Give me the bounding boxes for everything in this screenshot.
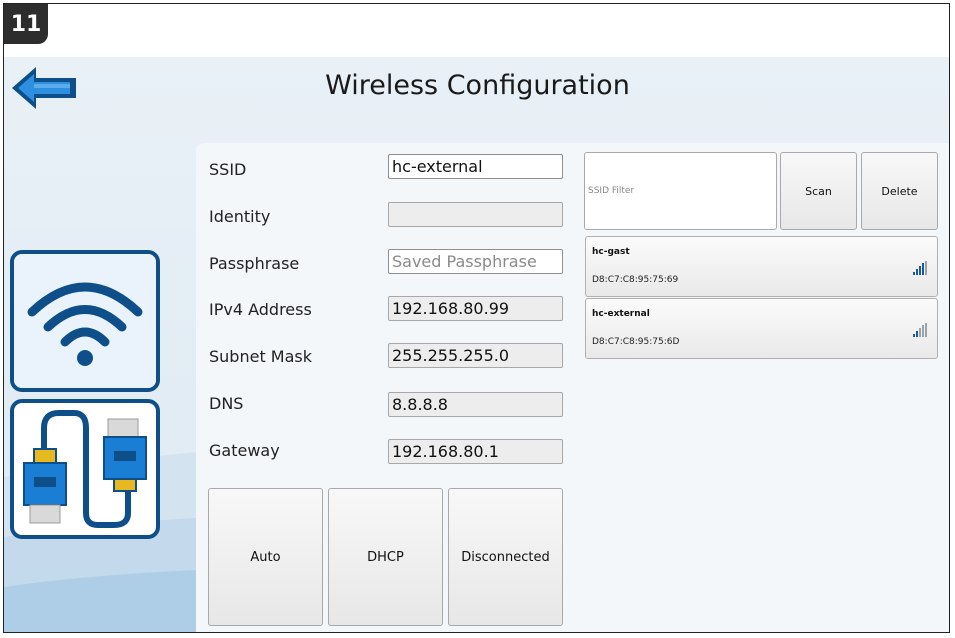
- network-list-item[interactable]: hc-external D8:C7:C8:95:75:6D: [585, 298, 938, 359]
- ssid-label: SSID: [209, 160, 247, 179]
- ethernet-card: [10, 399, 160, 539]
- passphrase-label: Passphrase: [209, 254, 300, 273]
- gateway-input[interactable]: 192.168.80.1: [388, 439, 563, 464]
- signal-strength-icon: [913, 261, 927, 275]
- identity-input[interactable]: [388, 202, 563, 227]
- network-list-item[interactable]: hc-gast D8:C7:C8:95:75:69: [585, 236, 938, 297]
- signal-strength-icon: [913, 323, 927, 337]
- network-name: hc-external: [592, 309, 650, 319]
- subnet-label: Subnet Mask: [209, 347, 313, 366]
- connection-status-button[interactable]: Disconnected: [448, 488, 563, 626]
- ssid-input[interactable]: hc-external: [388, 154, 563, 179]
- screenshot-frame: 11 Wireless Configuration SSID Identity …: [3, 3, 950, 633]
- ipv4-label: IPv4 Address: [209, 300, 312, 319]
- dns-label: DNS: [209, 394, 244, 413]
- gateway-label: Gateway: [209, 441, 280, 460]
- network-mac: D8:C7:C8:95:75:6D: [592, 337, 680, 347]
- wifi-card: [10, 250, 160, 392]
- identity-label: Identity: [209, 207, 271, 226]
- page-title: Wireless Configuration: [325, 70, 630, 101]
- delete-button[interactable]: Delete: [861, 152, 938, 230]
- auto-button[interactable]: Auto: [208, 488, 323, 626]
- ssid-filter-input[interactable]: SSID Filter: [584, 152, 777, 230]
- subnet-input[interactable]: 255.255.255.0: [388, 343, 563, 368]
- wifi-icon: [14, 254, 156, 388]
- dhcp-button[interactable]: DHCP: [328, 488, 443, 626]
- ethernet-cable-icon: [23, 410, 147, 528]
- scan-button[interactable]: Scan: [780, 152, 857, 230]
- network-name: hc-gast: [592, 247, 630, 257]
- step-badge: 11: [4, 4, 48, 44]
- passphrase-input[interactable]: Saved Passphrase: [388, 249, 563, 274]
- dns-input[interactable]: 8.8.8.8: [388, 392, 563, 417]
- network-mac: D8:C7:C8:95:75:69: [592, 275, 679, 285]
- ipv4-input[interactable]: 192.168.80.99: [388, 296, 563, 321]
